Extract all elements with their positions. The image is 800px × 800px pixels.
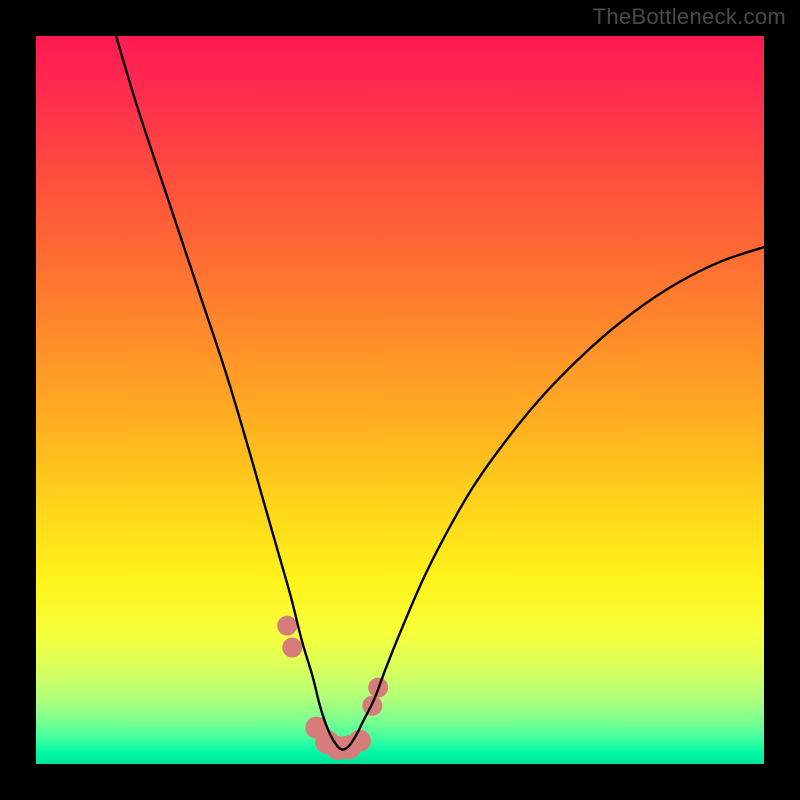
- curve-marker: [277, 616, 297, 636]
- curve-marker: [282, 638, 302, 658]
- watermark-text: TheBottleneck.com: [593, 4, 786, 30]
- bottleneck-chart: [36, 36, 764, 764]
- plot-area: [36, 36, 764, 764]
- frame: TheBottleneck.com: [0, 0, 800, 800]
- gradient-background: [36, 36, 764, 764]
